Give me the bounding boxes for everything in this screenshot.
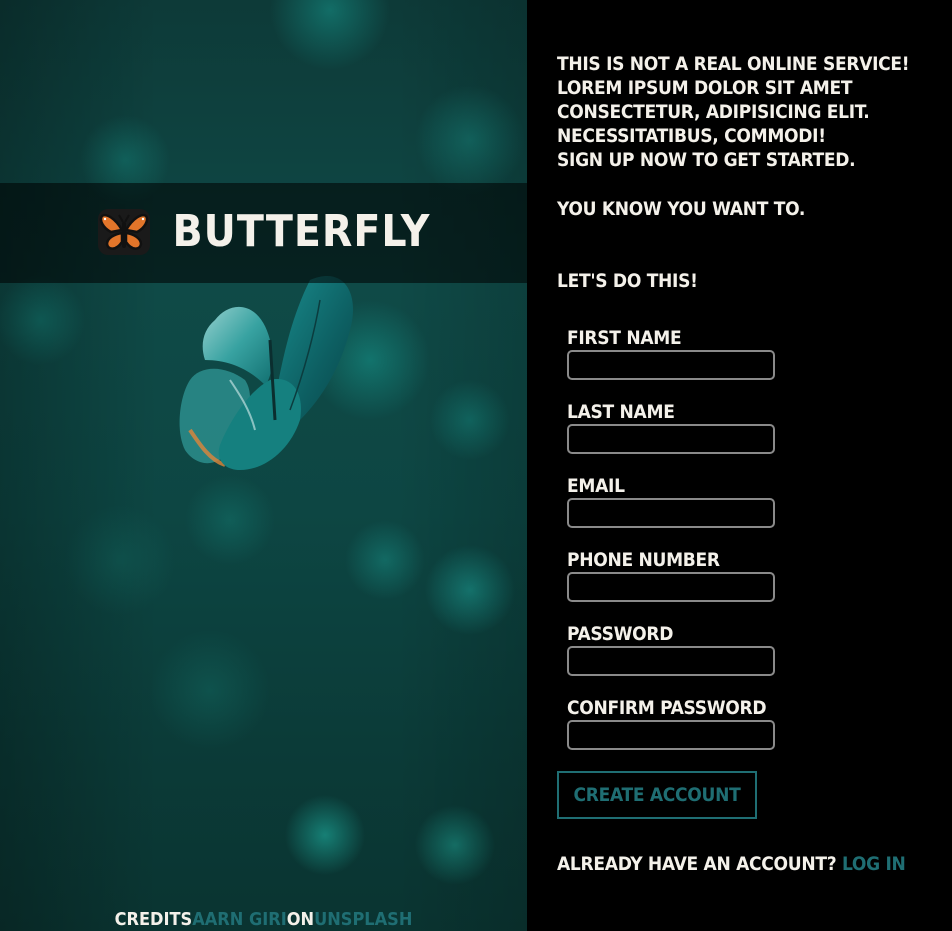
email-label: Email [567,475,625,497]
last-name-input[interactable] [567,424,775,454]
password-label: Password [567,623,674,645]
hero-image-panel: Butterfly CreditsAarn GirionUnsplash [0,0,527,931]
butterfly-icon [97,209,150,255]
phone-number-input[interactable] [567,572,775,602]
login-prompt-text: Already have an account? [557,853,837,875]
intro-lets-do-this: Let's do this! [557,270,698,292]
credits-label: Credits [114,909,193,930]
brand[interactable]: Butterfly [97,208,431,256]
create-account-button[interactable]: Create Account [557,771,757,819]
confirm-password-input[interactable] [567,720,775,750]
first-name-label: First Name [567,327,682,349]
brand-banner: Butterfly [0,183,527,283]
photo-credits: CreditsAarn GirionUnsplash [0,909,527,931]
credits-on-text: on [286,909,315,930]
brand-name: Butterfly [172,206,431,257]
intro-call-to-action: Sign up now to get started. [557,149,856,171]
email-input[interactable] [567,498,775,528]
intro-you-want: You know you want to. [557,198,806,220]
butterfly-photo [179,276,354,470]
photographer-link[interactable]: Aarn Giri [192,909,287,930]
unsplash-link[interactable]: Unsplash [314,909,412,930]
phone-number-label: Phone Number [567,549,720,571]
first-name-input[interactable] [567,350,775,380]
intro-disclaimer: This is not a real online service! Lorem… [557,53,910,147]
confirm-password-label: Confirm Password [567,697,767,719]
login-prompt: Already have an account? Log in [557,853,906,875]
password-input[interactable] [567,646,775,676]
last-name-label: Last Name [567,401,675,423]
intro-text: This is not a real online service! Lorem… [557,52,947,172]
login-link[interactable]: Log in [842,853,906,875]
